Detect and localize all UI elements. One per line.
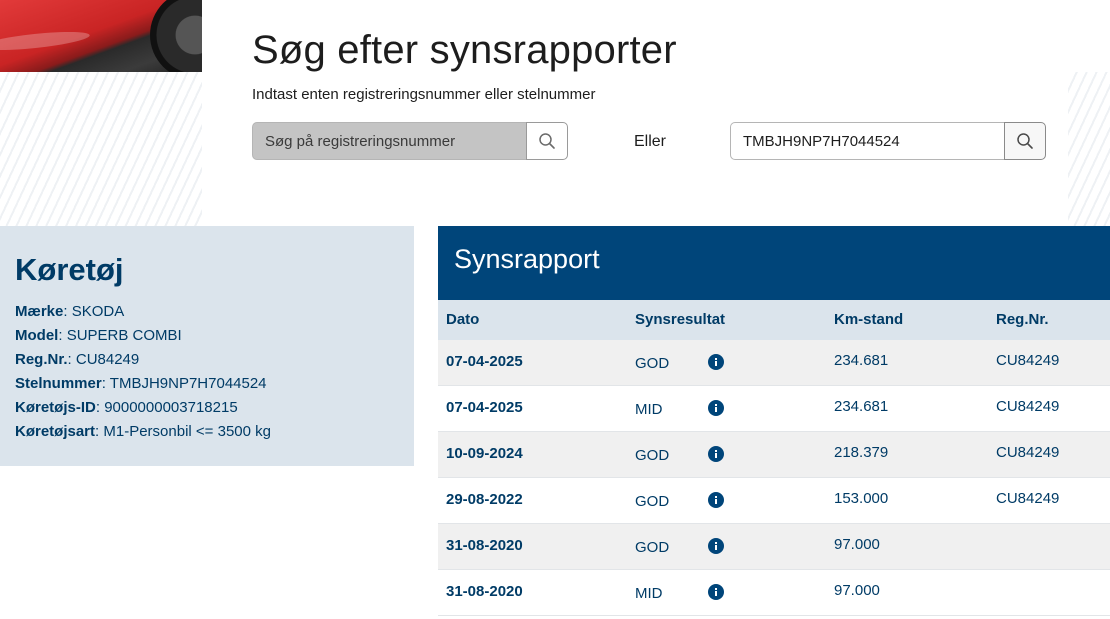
vehicle-fields: Mærke: SKODA Model: SUPERB COMBI Reg.Nr.…: [15, 300, 271, 444]
row-date: 31-08-2020: [446, 583, 523, 600]
field-value: SKODA: [71, 303, 125, 320]
row-date: 07-04-2025: [446, 399, 523, 416]
row-result: GOD: [635, 539, 670, 556]
field-value: 9000000003718215: [104, 399, 238, 416]
reg-search-button[interactable]: [526, 122, 568, 160]
field-label: Model: [15, 327, 59, 344]
row-km: 97.000: [834, 582, 880, 599]
row-result: GOD: [635, 355, 670, 372]
row-date: 31-08-2020: [446, 537, 523, 554]
info-icon[interactable]: [708, 584, 724, 600]
row-date: 07-04-2025: [446, 353, 523, 370]
or-label: Eller: [634, 133, 667, 150]
vehicle-panel: Køretøj Mærke: SKODA Model: SUPERB COMBI…: [0, 226, 414, 466]
decorative-stripes-right: [1068, 72, 1110, 226]
field-value: TMBJH9NP7H7044524: [109, 375, 267, 392]
vehicle-field-model: Model: SUPERB COMBI: [15, 327, 182, 344]
vehicle-field-vin: Stelnummer: TMBJH9NP7H7044524: [15, 375, 267, 392]
vehicle-title: Køretøj: [15, 252, 124, 287]
page-title: Søg efter synsrapporter: [252, 28, 677, 72]
car-photo-tire: [150, 0, 202, 72]
search-panel: Søg efter synsrapporter Indtast enten re…: [202, 0, 1068, 226]
row-km: 234.681: [834, 398, 889, 415]
row-km: 218.379: [834, 444, 889, 461]
field-label: Stelnummer: [15, 375, 102, 392]
row-km: 234.681: [834, 352, 889, 369]
row-date: 10-09-2024: [446, 445, 523, 462]
page-subtitle: Indtast enten registreringsnummer eller …: [252, 86, 596, 103]
field-value: CU84249: [75, 351, 140, 368]
row-date: 29-08-2022: [446, 491, 523, 508]
table-row[interactable]: 31-08-2020 GOD 97.000: [438, 524, 1110, 570]
decorative-stripes-left: [0, 72, 202, 226]
info-icon[interactable]: [708, 400, 724, 416]
table-row[interactable]: 10-09-2024 GOD 218.379 CU84249: [438, 432, 1110, 478]
field-label: Køretøjs-ID: [15, 399, 96, 416]
vehicle-field-vehicle-id: Køretøjs-ID: 9000000003718215: [15, 399, 238, 416]
column-header-result: Synsresultat: [635, 311, 726, 328]
car-photo-shine: [0, 28, 91, 54]
table-row[interactable]: 31-08-2020 MID 97.000: [438, 570, 1110, 616]
search-icon: [1017, 133, 1033, 149]
field-label: Køretøjsart: [15, 423, 96, 440]
row-km: 153.000: [834, 490, 889, 507]
row-km: 97.000: [834, 536, 880, 553]
info-icon[interactable]: [708, 354, 724, 370]
field-label: Mærke: [15, 303, 64, 320]
row-reg: CU84249: [996, 490, 1060, 507]
vin-search-button[interactable]: [1004, 122, 1046, 160]
table-row[interactable]: 29-08-2022 GOD 153.000 CU84249: [438, 478, 1110, 524]
info-icon[interactable]: [708, 492, 724, 508]
info-icon[interactable]: [708, 538, 724, 554]
vehicle-field-reg: Reg.Nr.: CU84249: [15, 351, 140, 368]
report-header: Synsrapport: [438, 226, 1110, 300]
report-column-headers: Dato Synsresultat Km-stand Reg.Nr.: [438, 300, 1110, 340]
field-value: SUPERB COMBI: [66, 327, 182, 344]
vehicle-field-make: Mærke: SKODA: [15, 303, 125, 320]
reg-search-box: [252, 122, 568, 160]
info-icon[interactable]: [708, 446, 724, 462]
row-result: GOD: [635, 493, 670, 510]
column-header-reg: Reg.Nr.: [996, 311, 1049, 328]
table-row[interactable]: 07-04-2025 MID 234.681 CU84249: [438, 386, 1110, 432]
reg-search-input[interactable]: [252, 122, 526, 160]
vehicle-field-type: Køretøjsart: M1-Personbil <= 3500 kg: [15, 423, 271, 440]
row-reg: CU84249: [996, 352, 1060, 369]
field-value: M1-Personbil <= 3500 kg: [103, 423, 271, 440]
row-result: GOD: [635, 447, 670, 464]
row-reg: CU84249: [996, 398, 1060, 415]
vin-search-box: [730, 122, 1046, 160]
search-icon: [539, 133, 555, 149]
car-photo: [0, 0, 202, 72]
report-title: Synsrapport: [454, 244, 600, 274]
row-reg: CU84249: [996, 444, 1060, 461]
row-result: MID: [635, 585, 663, 602]
field-label: Reg.Nr.: [15, 351, 68, 368]
table-row[interactable]: 07-04-2025 GOD 234.681 CU84249: [438, 340, 1110, 386]
report-panel: Synsrapport Dato Synsresultat Km-stand R…: [438, 226, 1110, 619]
row-result: MID: [635, 401, 663, 418]
column-header-date: Dato: [446, 311, 480, 328]
column-header-km: Km-stand: [834, 311, 904, 328]
vin-search-input[interactable]: [730, 122, 1004, 160]
